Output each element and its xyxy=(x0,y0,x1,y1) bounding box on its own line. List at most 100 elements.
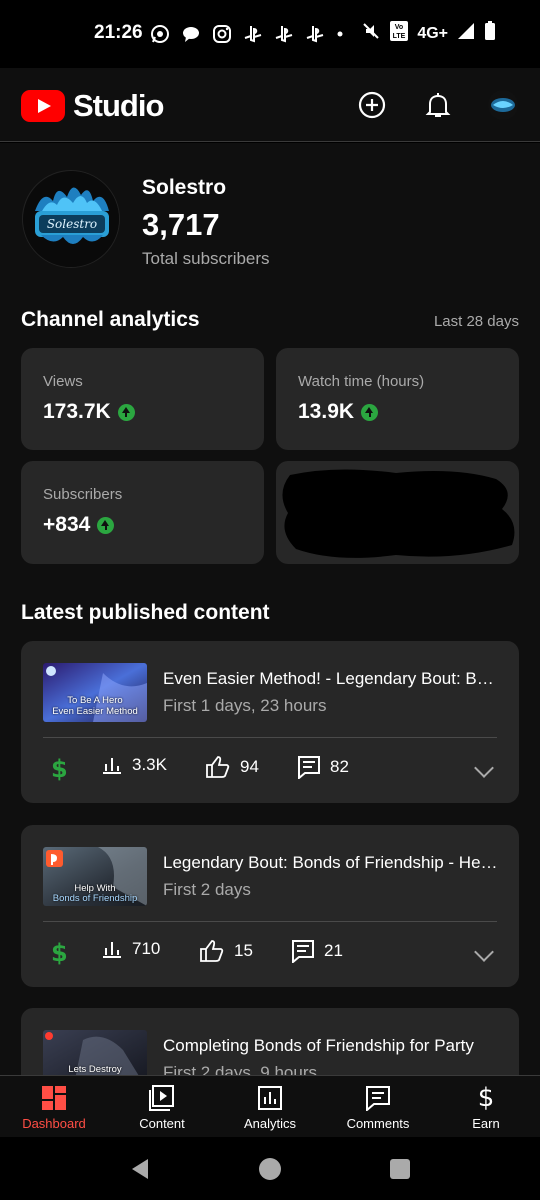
thumb-up-icon xyxy=(200,940,224,962)
divider xyxy=(43,921,497,922)
add-circle-icon xyxy=(358,91,386,119)
views-value: 173.7K xyxy=(43,400,111,423)
subscriber-label: Total subscribers xyxy=(142,249,270,268)
back-icon[interactable] xyxy=(128,1157,152,1181)
subscriber-count: 3,717 xyxy=(142,207,220,242)
latest-content-title: Latest published content xyxy=(21,601,270,624)
bar-chart-icon xyxy=(103,942,121,958)
nav-dashboard[interactable]: Dashboard xyxy=(0,1076,108,1137)
metric-value: 13.9K xyxy=(298,400,379,424)
youtube-logo-icon xyxy=(21,90,65,122)
metric-value: +834 xyxy=(43,513,115,537)
bottom-navigation: Dashboard Content Analytics Comments $ E… xyxy=(0,1075,540,1137)
views-stat: 3.3K xyxy=(101,755,167,775)
likes-stat: 94 xyxy=(205,755,259,779)
create-button[interactable] xyxy=(355,88,389,122)
whatsapp-icon xyxy=(150,24,170,44)
app-name: Studio xyxy=(73,88,164,123)
comment-icon xyxy=(292,940,314,963)
nav-content[interactable]: Content xyxy=(108,1076,216,1137)
bell-icon xyxy=(425,93,451,117)
account-avatar[interactable] xyxy=(486,88,520,122)
content-icon xyxy=(149,1085,175,1111)
metric-value: 173.7K xyxy=(43,400,135,424)
comments-count: 82 xyxy=(330,757,349,776)
nav-label: Dashboard xyxy=(22,1116,86,1131)
divider xyxy=(43,737,497,738)
redacted-card[interactable] xyxy=(276,461,519,564)
video-card[interactable]: Help With Bonds of Friendship Legendary … xyxy=(21,825,519,987)
channel-logo-text: Solestro xyxy=(46,217,98,231)
notification-icons xyxy=(150,24,344,44)
notifications-button[interactable] xyxy=(421,88,455,122)
playstation-icon xyxy=(274,24,294,44)
chevron-down-icon[interactable] xyxy=(474,758,494,778)
watch-time-card[interactable]: Watch time (hours) 13.9K xyxy=(276,348,519,450)
views-count: 710 xyxy=(132,939,161,958)
video-stats: $ 3.3K 94 82 xyxy=(43,755,497,783)
nav-comments[interactable]: Comments xyxy=(324,1076,432,1137)
thumbnail-caption: Lets Destroy xyxy=(68,1064,122,1075)
comments-stat: 21 xyxy=(291,939,343,963)
redaction-scribble xyxy=(282,469,515,558)
monetization-icon: $ xyxy=(51,939,68,967)
svg-text:Vo: Vo xyxy=(395,24,403,31)
analytics-title: Channel analytics xyxy=(21,308,200,331)
dashboard: Solestro Solestro 3,717 Total subscriber… xyxy=(0,143,540,1075)
video-thumbnail[interactable]: Help With Bonds of Friendship xyxy=(43,847,147,906)
channel-avatar[interactable]: Solestro xyxy=(22,170,120,268)
views-count: 3.3K xyxy=(132,755,167,774)
subscribers-value: +834 xyxy=(43,513,91,536)
metric-label: Watch time (hours) xyxy=(298,373,425,390)
views-card[interactable]: Views 173.7K xyxy=(21,348,264,450)
svg-text:LTE: LTE xyxy=(393,33,406,40)
chevron-down-icon[interactable] xyxy=(474,942,494,962)
playstation-icon xyxy=(243,24,263,44)
comment-icon xyxy=(298,756,320,779)
video-title[interactable]: Even Easier Method! - Legendary Bout: Bo… xyxy=(163,669,499,689)
analytics-period: Last 28 days xyxy=(433,313,519,330)
likes-stat: 15 xyxy=(199,939,253,963)
nav-label: Comments xyxy=(346,1116,410,1131)
video-card[interactable]: To Be A Hero Even Easier Method Even Eas… xyxy=(21,641,519,803)
likes-count: 15 xyxy=(234,941,253,960)
status-time: 21:26 xyxy=(94,22,143,43)
video-age: First 1 days, 23 hours xyxy=(163,696,327,715)
nav-earn[interactable]: $ Earn xyxy=(432,1076,540,1137)
system-status-icons: Vo LTE 4G+ xyxy=(361,20,496,47)
subscribers-card[interactable]: Subscribers +834 xyxy=(21,461,264,564)
nav-analytics[interactable]: Analytics xyxy=(216,1076,324,1137)
video-card[interactable]: Lets Destroy Completing Bonds of Friends… xyxy=(21,1008,519,1075)
video-title[interactable]: Legendary Bout: Bonds of Friendship - He… xyxy=(163,853,499,873)
watch-time-value: 13.9K xyxy=(298,400,355,423)
views-stat: 710 xyxy=(101,939,160,959)
thumbnail-caption: Even Easier Method xyxy=(52,706,138,717)
video-thumbnail[interactable]: Lets Destroy xyxy=(43,1030,147,1075)
metric-label: Subscribers xyxy=(43,486,123,503)
monetization-icon: $ xyxy=(51,755,68,783)
dot-icon xyxy=(336,24,344,44)
avatar xyxy=(488,90,518,120)
likes-count: 94 xyxy=(240,757,259,776)
comments-icon xyxy=(365,1085,391,1111)
studio-logo[interactable]: Studio xyxy=(21,88,164,124)
home-icon[interactable] xyxy=(258,1157,282,1181)
metric-label: Views xyxy=(43,373,83,390)
video-stats: $ 710 15 21 xyxy=(43,939,497,967)
battery-icon xyxy=(484,21,496,46)
app-bar: Studio xyxy=(0,68,540,142)
chat-icon xyxy=(181,24,201,44)
trend-up-icon xyxy=(97,516,115,534)
instagram-icon xyxy=(212,24,232,44)
recents-icon[interactable] xyxy=(389,1158,411,1180)
system-navigation-bar xyxy=(0,1137,540,1200)
bar-chart-icon xyxy=(103,758,121,774)
dashboard-icon xyxy=(41,1085,67,1111)
comments-stat: 82 xyxy=(297,755,349,779)
video-title[interactable]: Completing Bonds of Friendship for Party xyxy=(163,1036,499,1056)
trend-up-icon xyxy=(117,403,135,421)
volte-icon: Vo LTE xyxy=(389,20,409,47)
thumbnail-caption: To Be A Hero xyxy=(67,695,123,706)
video-thumbnail[interactable]: To Be A Hero Even Easier Method xyxy=(43,663,147,722)
trend-up-icon xyxy=(361,403,379,421)
